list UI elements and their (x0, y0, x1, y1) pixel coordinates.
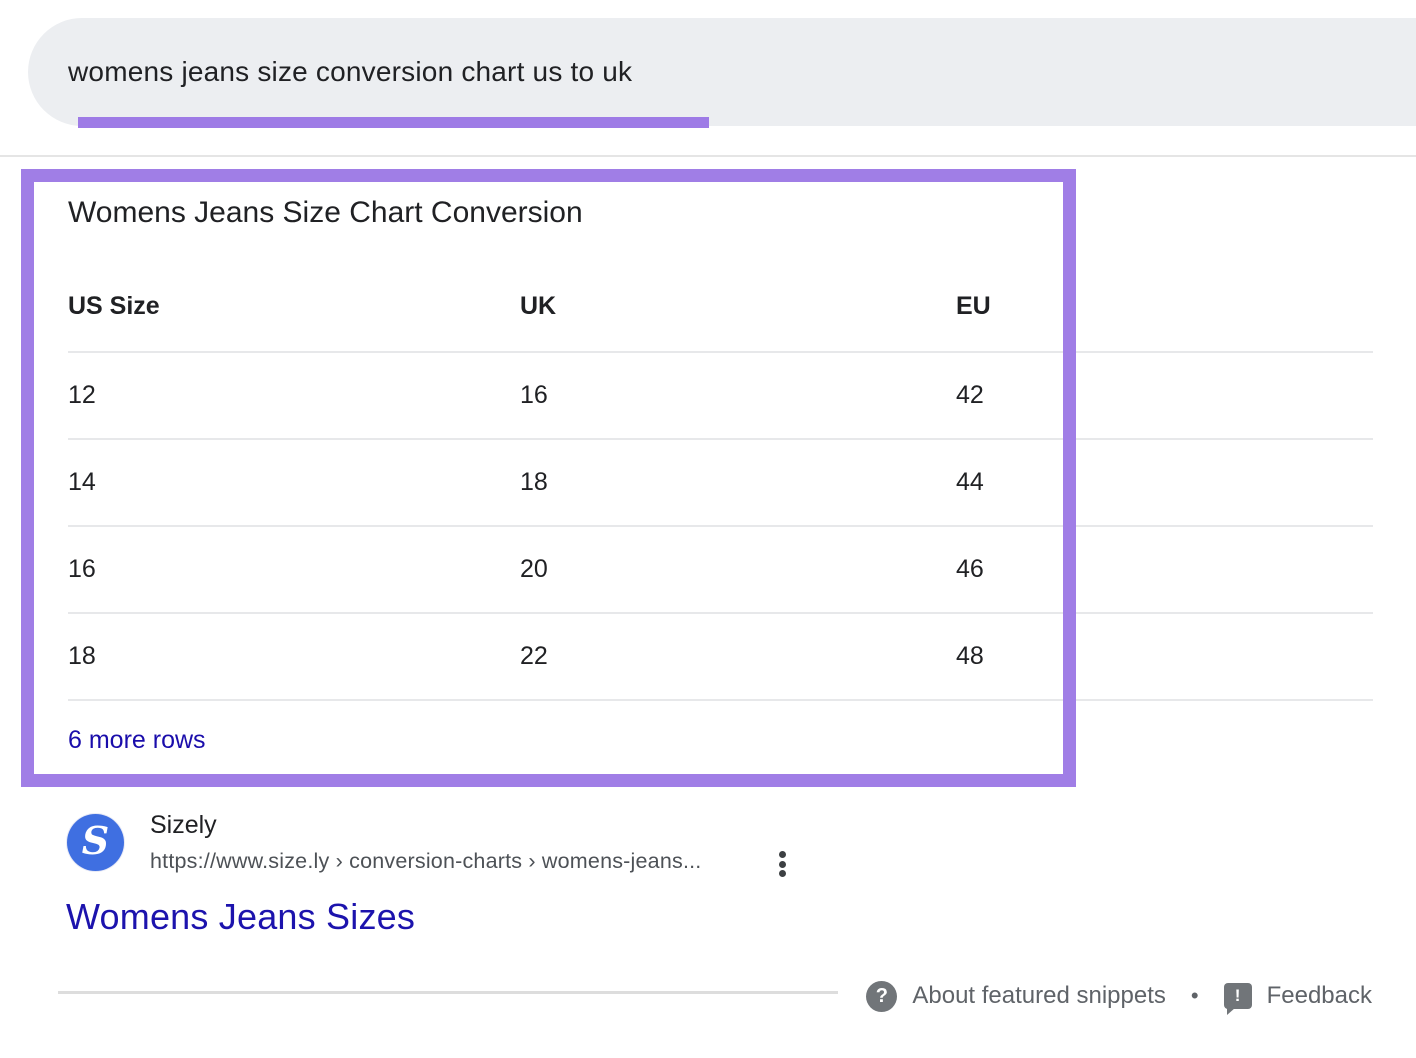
header-divider (0, 155, 1416, 157)
feedback-link[interactable]: Feedback (1267, 982, 1372, 1010)
search-query-highlight-annotation (78, 117, 709, 128)
cell-uk: 20 (520, 555, 956, 584)
column-header-us-size: US Size (68, 292, 520, 321)
search-query-text[interactable]: womens jeans size conversion chart us to… (68, 18, 632, 126)
cell-eu: 44 (956, 468, 1373, 497)
site-url-breadcrumb[interactable]: https://www.size.ly › conversion-charts … (150, 849, 701, 874)
about-featured-snippets-link[interactable]: About featured snippets (912, 982, 1166, 1010)
snippet-title: Womens Jeans Size Chart Conversion (68, 196, 583, 230)
column-header-eu: EU (956, 292, 1373, 321)
cell-eu: 48 (956, 642, 1373, 671)
table-header-row: US Size UK EU (68, 262, 1373, 353)
favicon-letter-icon: S (82, 818, 109, 863)
cell-uk: 22 (520, 642, 956, 671)
cell-us: 18 (68, 642, 520, 671)
help-icon[interactable]: ? (866, 981, 897, 1012)
cell-eu: 42 (956, 381, 1373, 410)
table-row: 14 18 44 (68, 440, 1373, 527)
table-row: 12 16 42 (68, 353, 1373, 440)
site-favicon[interactable]: S (67, 814, 124, 871)
cell-eu: 46 (956, 555, 1373, 584)
cell-us: 12 (68, 381, 520, 410)
cell-uk: 16 (520, 381, 956, 410)
footer-separator: • (1191, 983, 1199, 1009)
cell-uk: 18 (520, 468, 956, 497)
more-options-icon[interactable] (774, 850, 790, 878)
search-bar[interactable]: womens jeans size conversion chart us to… (28, 18, 1416, 126)
results-divider (58, 991, 838, 994)
cell-us: 16 (68, 555, 520, 584)
size-conversion-table: US Size UK EU 12 16 42 14 18 44 16 20 46… (68, 262, 1373, 701)
help-glyph: ? (876, 985, 888, 1008)
more-rows-link[interactable]: 6 more rows (68, 726, 206, 755)
table-row: 16 20 46 (68, 527, 1373, 614)
snippet-footer: ? About featured snippets • ! Feedback (866, 978, 1372, 1014)
serp-page: womens jeans size conversion chart us to… (0, 0, 1416, 1058)
site-name[interactable]: Sizely (150, 811, 217, 840)
result-title-link[interactable]: Womens Jeans Sizes (66, 896, 415, 938)
feedback-icon[interactable]: ! (1224, 983, 1252, 1009)
table-row: 18 22 48 (68, 614, 1373, 701)
cell-us: 14 (68, 468, 520, 497)
column-header-uk: UK (520, 292, 956, 321)
feedback-glyph: ! (1235, 986, 1241, 1006)
